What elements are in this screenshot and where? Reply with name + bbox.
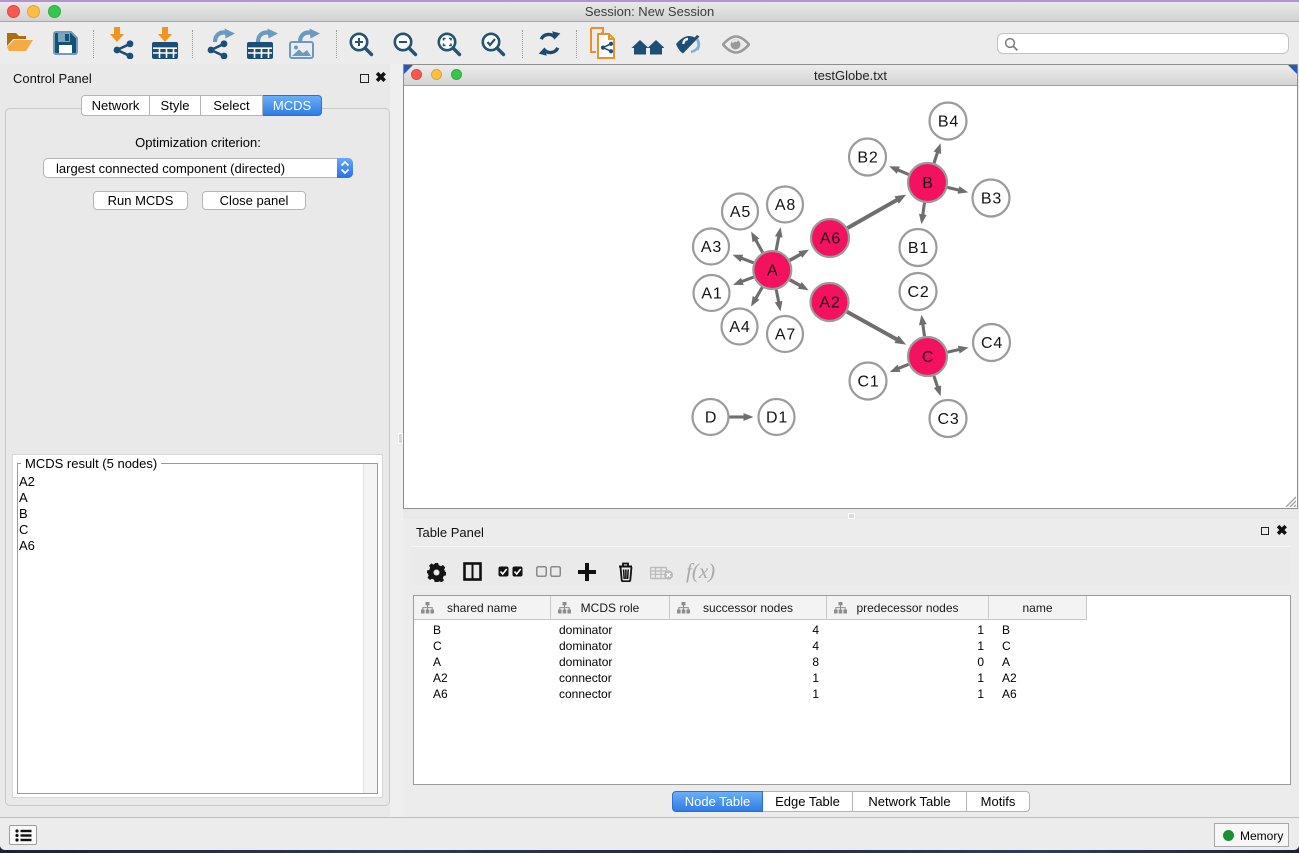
svg-text:B1: B1: [908, 240, 929, 257]
svg-text:A7: A7: [775, 327, 796, 344]
svg-text:C3: C3: [937, 411, 959, 428]
svg-text:A5: A5: [730, 204, 751, 221]
svg-text:A2: A2: [819, 295, 840, 312]
svg-text:B4: B4: [938, 114, 959, 131]
svg-text:C: C: [922, 349, 934, 366]
svg-text:B3: B3: [981, 191, 1002, 208]
svg-text:A: A: [767, 263, 778, 280]
svg-text:A1: A1: [701, 286, 722, 303]
svg-text:A3: A3: [701, 239, 722, 256]
svg-text:C1: C1: [857, 374, 879, 391]
svg-text:A4: A4: [729, 319, 750, 336]
svg-text:D: D: [705, 410, 717, 427]
svg-text:D1: D1: [766, 410, 788, 427]
svg-text:C2: C2: [907, 284, 929, 301]
svg-text:B2: B2: [857, 150, 878, 167]
svg-text:C4: C4: [981, 335, 1003, 352]
svg-text:B: B: [922, 175, 933, 192]
svg-text:A6: A6: [820, 231, 841, 248]
svg-text:A8: A8: [775, 197, 796, 214]
